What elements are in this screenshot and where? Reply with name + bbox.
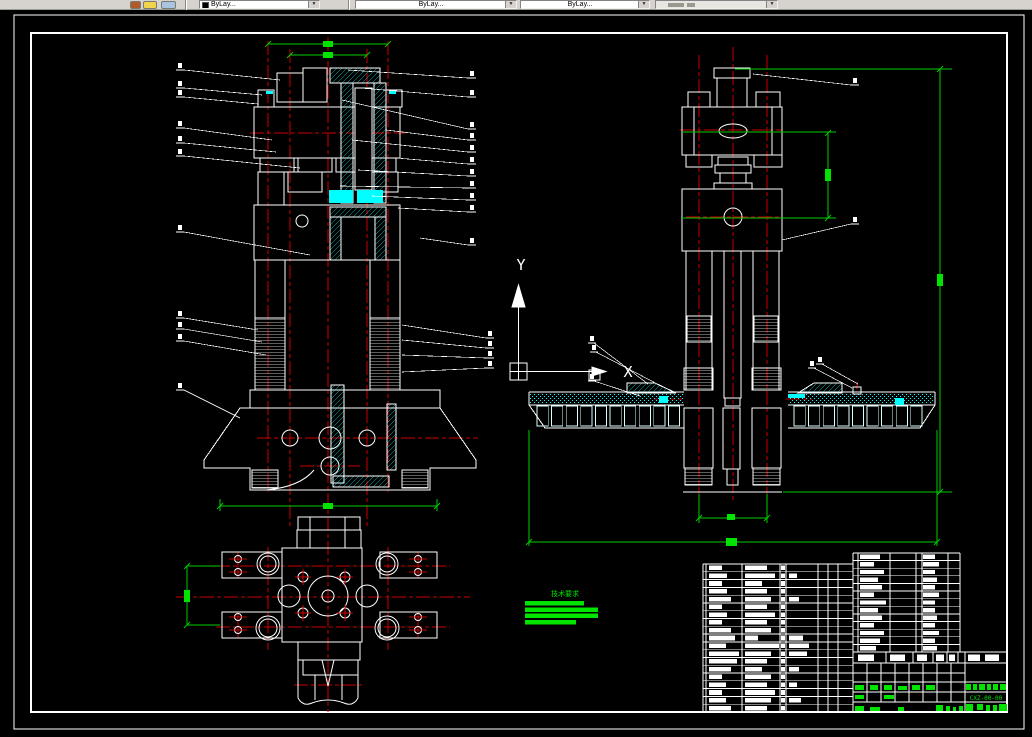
toolbar-separator [185, 0, 187, 10]
toolbar-separator [348, 0, 350, 10]
linetype-combo[interactable]: ByLay... ▼ [355, 0, 517, 9]
chevron-down-icon[interactable]: ▼ [638, 1, 649, 8]
color-swatch [202, 2, 209, 8]
section-hatch-base-channel [330, 384, 345, 484]
color-combo-label: ByLay... [211, 1, 236, 8]
lineweight-combo-label: ByLay... [567, 1, 593, 8]
properties-toolbar: ByLay... ▼ ByLay... ▼ ByLay... ▼ ▼ [0, 0, 1032, 10]
chevron-down-icon[interactable]: ▼ [308, 1, 319, 8]
color-combo[interactable]: ByLay... ▼ [199, 0, 320, 9]
lineweight-combo[interactable]: ByLay... ▼ [520, 0, 650, 9]
disabled-text-block [687, 3, 695, 7]
thread-section [369, 317, 401, 391]
drawing-number: CXZ-00-00 [970, 695, 1003, 702]
ucs-x-label: X [623, 363, 632, 381]
tool-icon-blue[interactable] [161, 1, 176, 9]
linetype-combo-label: ByLay... [418, 1, 444, 8]
tool-icon-yellow[interactable] [143, 1, 157, 9]
cyan-fill-pad [329, 190, 353, 203]
tool-icon-red[interactable] [130, 1, 141, 9]
chevron-down-icon: ▼ [766, 1, 777, 8]
ucs-y-label: Y [516, 256, 525, 274]
model-space-background [0, 10, 1032, 737]
disabled-text-block [668, 3, 684, 7]
plotstyle-combo-disabled: ▼ [655, 0, 778, 9]
cad-drawing-canvas[interactable]: Y X 技术要求 CXZ-00-00 [0, 0, 1032, 737]
notes-heading: 技术要求 [551, 589, 579, 598]
chevron-down-icon[interactable]: ▼ [505, 1, 516, 8]
